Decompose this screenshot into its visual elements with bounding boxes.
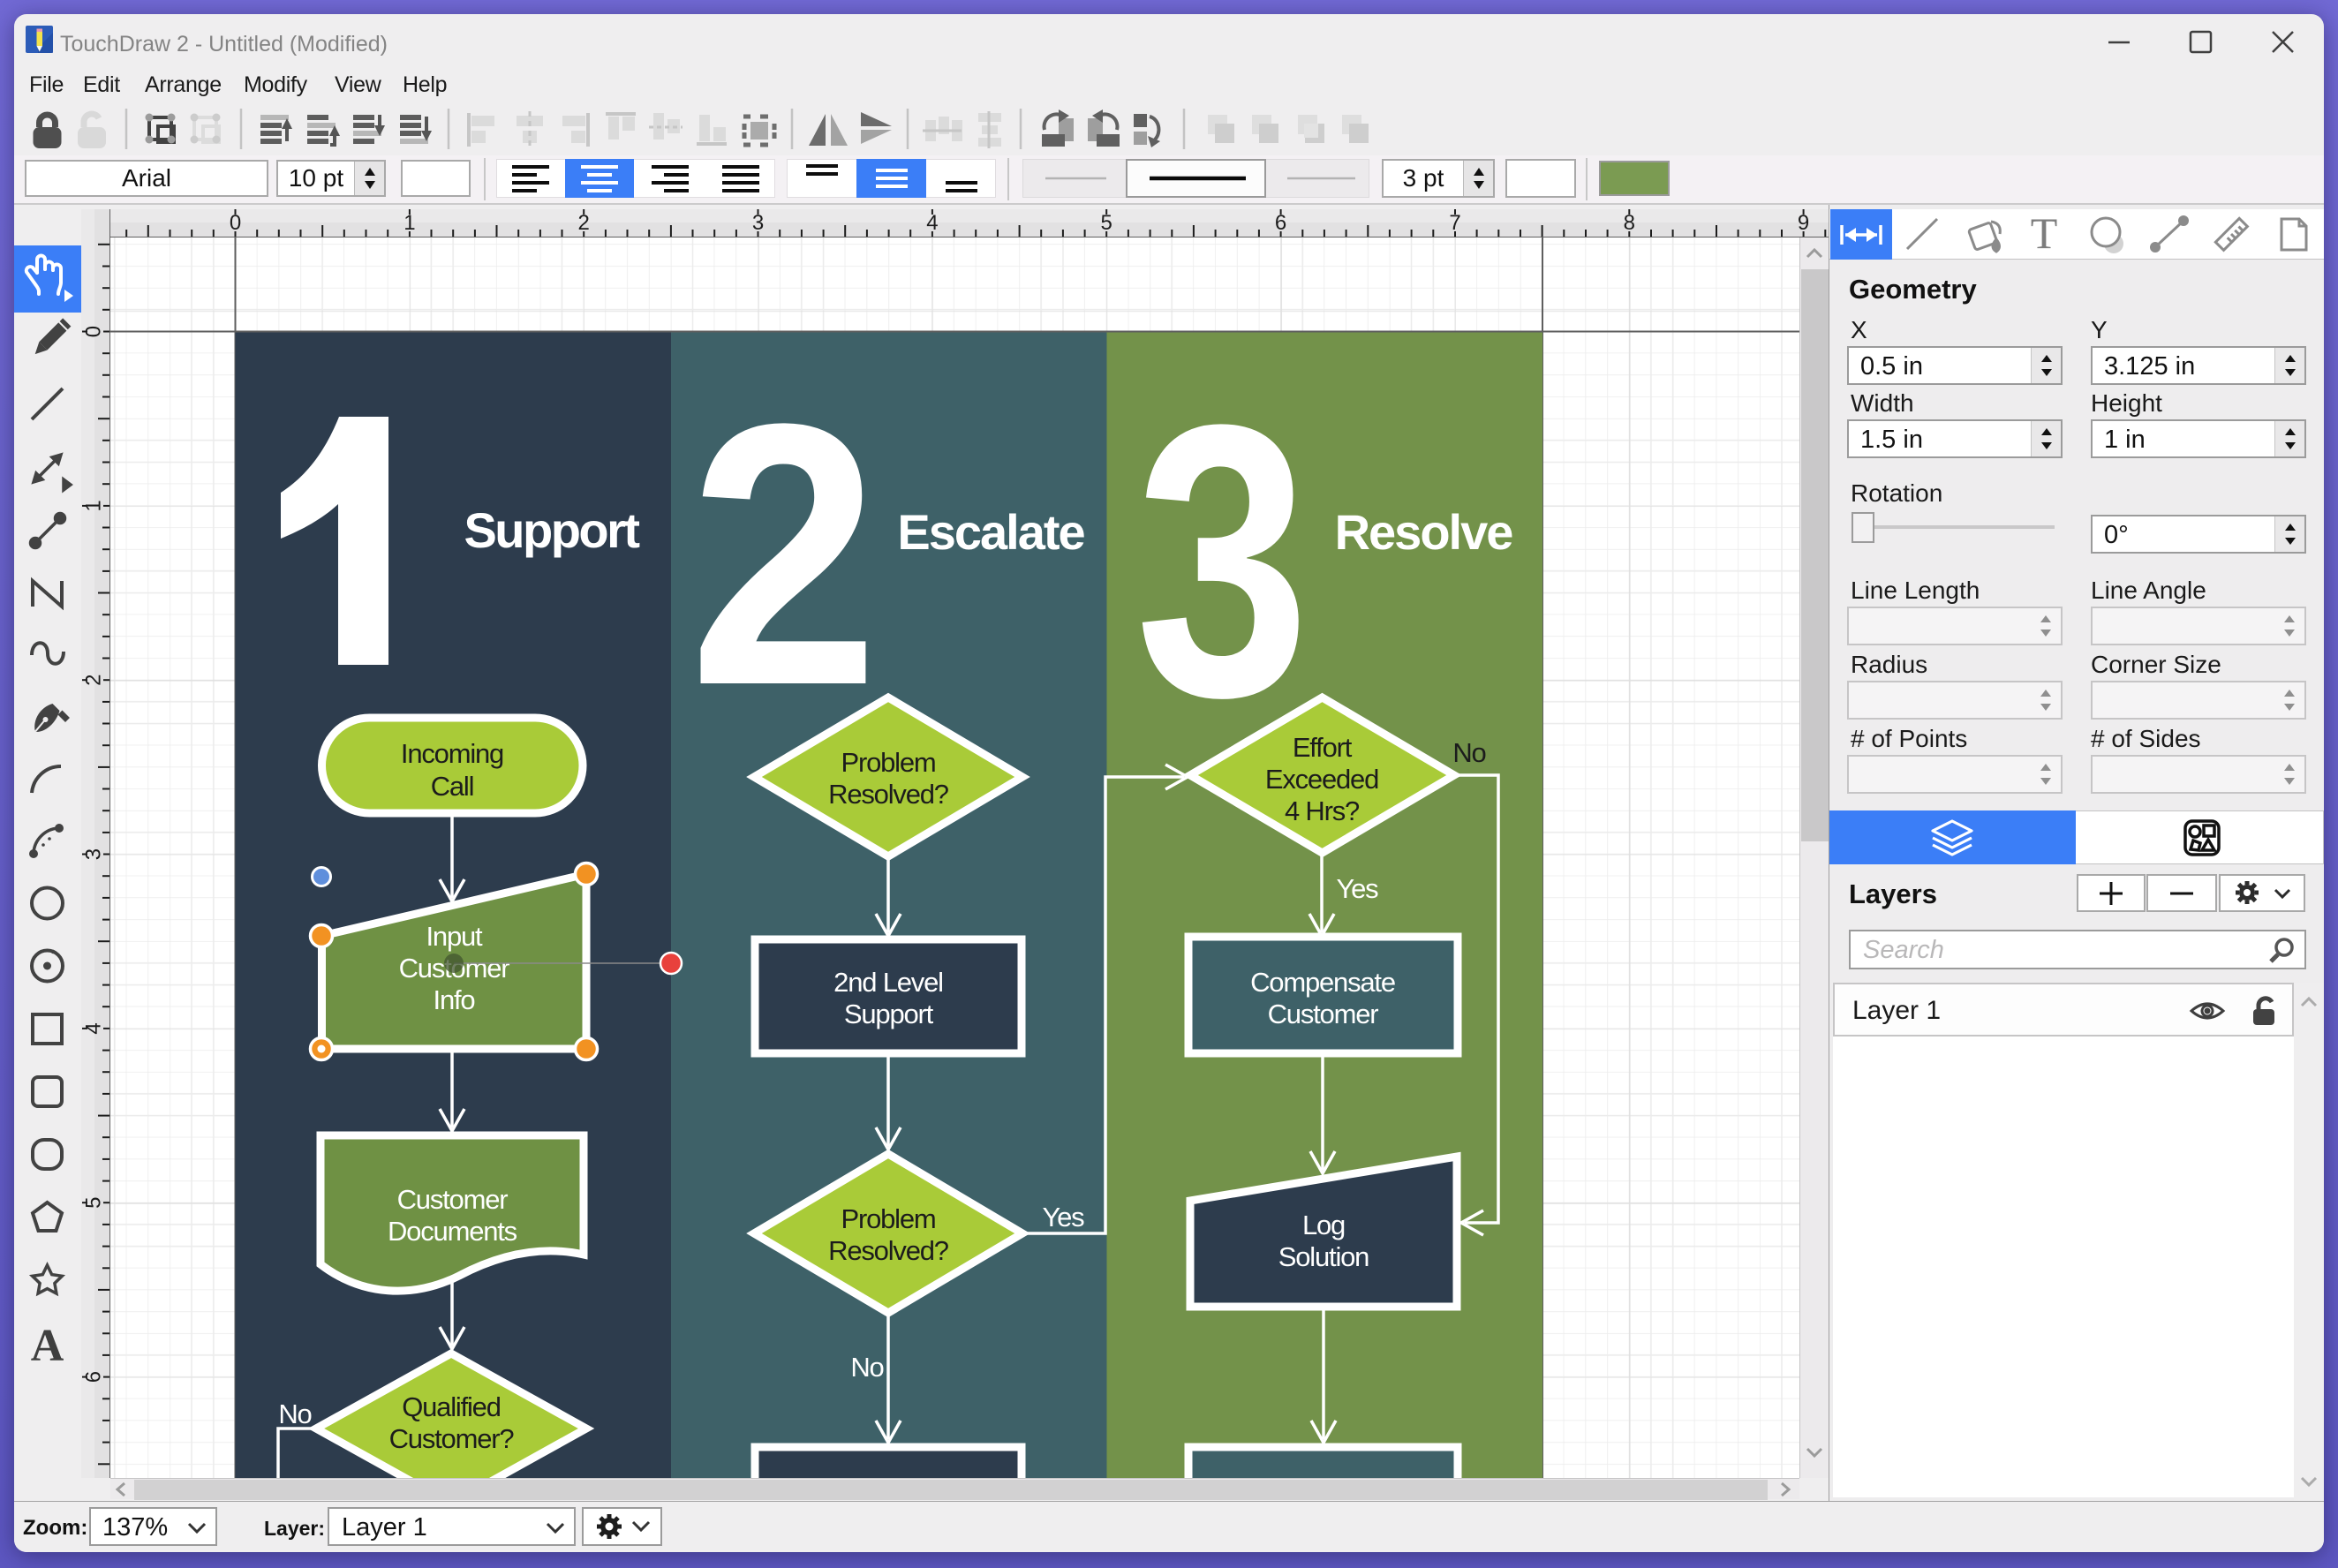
svg-text:No: No — [850, 1352, 883, 1383]
svg-text:1: 1 — [403, 211, 415, 235]
svg-text:Info: Info — [434, 984, 475, 1015]
svg-text:Exceeded: Exceeded — [1265, 764, 1378, 795]
svg-text:Qualified: Qualified — [402, 1391, 501, 1422]
svg-text:Problem: Problem — [841, 1203, 935, 1234]
svg-text:8: 8 — [1624, 211, 1635, 235]
svg-text:Effort: Effort — [1293, 732, 1353, 763]
svg-text:7: 7 — [1449, 211, 1460, 235]
svg-text:No: No — [278, 1398, 311, 1429]
svg-text:Support: Support — [844, 999, 934, 1029]
svg-text:2nd Level: 2nd Level — [833, 967, 943, 998]
svg-text:0: 0 — [230, 211, 241, 235]
svg-text:Customer?: Customer? — [389, 1423, 515, 1454]
svg-text:1: 1 — [82, 500, 106, 511]
svg-text:Escalate: Escalate — [897, 504, 1084, 560]
svg-text:2: 2 — [82, 675, 106, 686]
svg-text:5: 5 — [1101, 211, 1112, 235]
svg-text:Incoming: Incoming — [401, 738, 503, 769]
svg-text:0: 0 — [82, 326, 106, 337]
svg-text:Yes: Yes — [1043, 1202, 1085, 1233]
svg-text:T: T — [2031, 209, 2058, 258]
svg-text:A: A — [31, 1321, 64, 1371]
svg-text:Resolved?: Resolved? — [828, 1235, 949, 1266]
svg-text:Customer: Customer — [397, 1184, 509, 1215]
svg-text:4: 4 — [82, 1022, 106, 1034]
svg-text:Yes: Yes — [1337, 873, 1379, 904]
svg-text:3: 3 — [752, 211, 764, 235]
svg-text:6: 6 — [82, 1371, 106, 1383]
svg-text:3: 3 — [82, 848, 106, 860]
svg-text:5: 5 — [82, 1197, 106, 1209]
svg-text:Input: Input — [426, 921, 484, 952]
svg-text:3: 3 — [1135, 343, 1310, 777]
svg-text:Customer: Customer — [1268, 999, 1379, 1029]
svg-text:Documents: Documents — [388, 1216, 517, 1247]
svg-text:6: 6 — [1275, 211, 1286, 235]
svg-text:Compensate: Compensate — [1250, 967, 1395, 998]
svg-text:Log: Log — [1302, 1210, 1345, 1240]
svg-text:Call: Call — [431, 771, 474, 802]
svg-text:Problem: Problem — [841, 747, 935, 778]
svg-text:2: 2 — [689, 346, 879, 763]
svg-text:No: No — [1452, 737, 1485, 768]
svg-text:Resolve: Resolve — [1335, 504, 1513, 560]
svg-text:Support: Support — [464, 502, 639, 558]
svg-text:Resolved?: Resolved? — [828, 779, 949, 810]
svg-text:9: 9 — [1798, 211, 1809, 235]
svg-text:4: 4 — [926, 211, 938, 235]
svg-text:4 Hrs?: 4 Hrs? — [1285, 795, 1360, 826]
svg-text:2: 2 — [578, 211, 590, 235]
svg-text:Solution: Solution — [1278, 1241, 1369, 1272]
